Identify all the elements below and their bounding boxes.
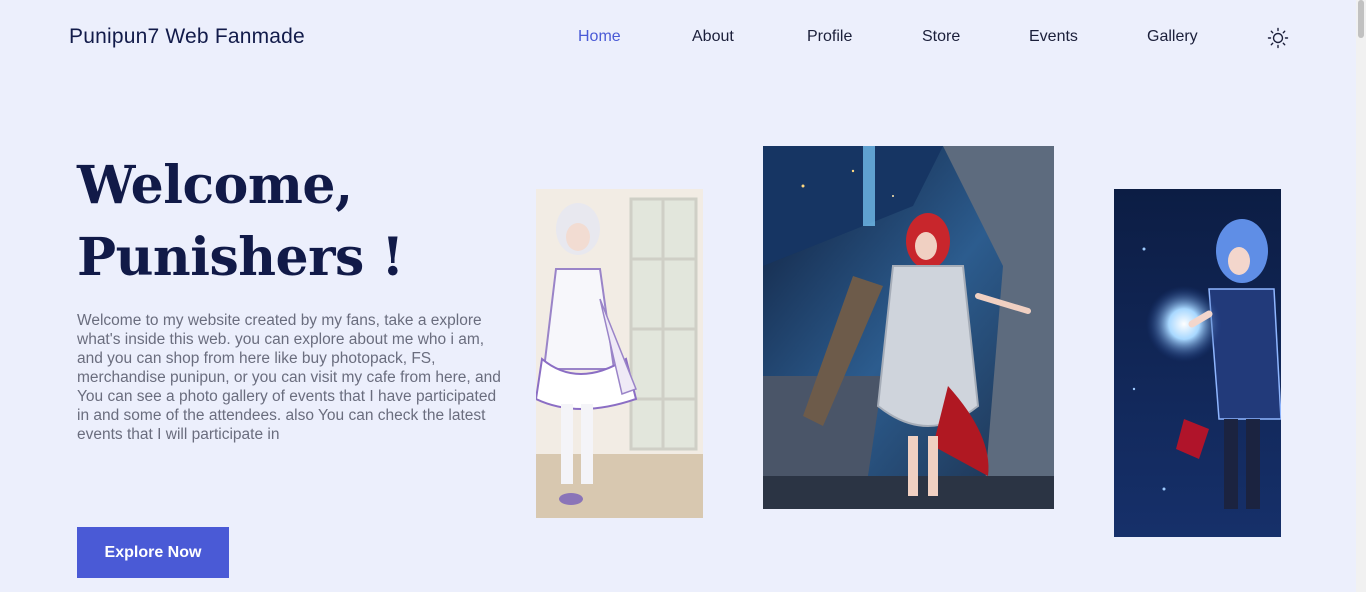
brand-logo-text[interactable]: Punipun7 Web Fanmade <box>69 25 305 49</box>
nav-item-events[interactable]: Events <box>1029 28 1078 46</box>
nav-item-store[interactable]: Store <box>922 28 960 46</box>
hero-title: Welcome, Punishers ! <box>77 150 404 294</box>
nav-item-profile[interactable]: Profile <box>807 28 852 46</box>
nav-item-home[interactable]: Home <box>578 28 621 46</box>
page-scrollbar[interactable] <box>1356 0 1366 592</box>
gallery-photo-2 <box>763 146 1054 509</box>
hero-title-line1: Welcome, <box>77 155 353 216</box>
top-navbar: Punipun7 Web Fanmade Home About Profile … <box>0 0 1356 75</box>
nav-item-about[interactable]: About <box>692 28 734 46</box>
gallery-photo-1 <box>536 189 703 518</box>
hero-description: Welcome to my website created by my fans… <box>77 312 501 443</box>
hero-title-line2: Punishers ! <box>77 227 404 288</box>
gallery-photo-3 <box>1114 189 1281 537</box>
sun-icon[interactable] <box>1267 27 1289 49</box>
explore-now-button[interactable]: Explore Now <box>77 527 229 578</box>
nav-item-gallery[interactable]: Gallery <box>1147 28 1198 46</box>
scrollbar-thumb[interactable] <box>1358 0 1364 38</box>
